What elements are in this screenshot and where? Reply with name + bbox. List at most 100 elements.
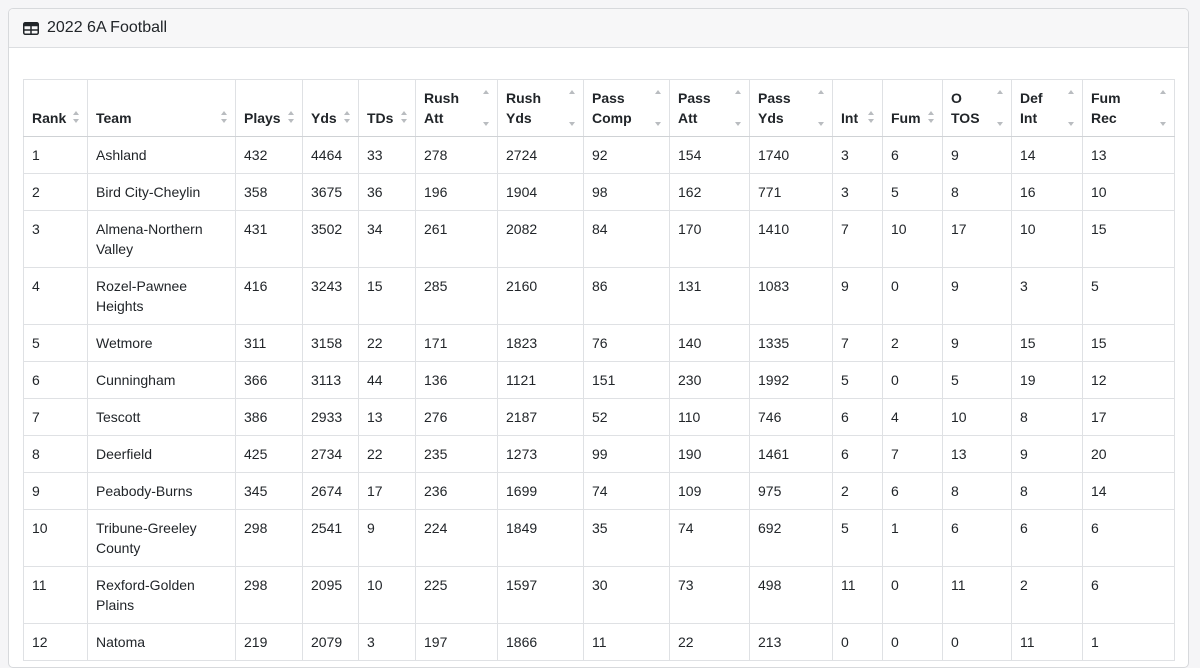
stat-cell: 44 (358, 361, 416, 399)
stat-cell: 771 (749, 173, 833, 211)
sort-desc-icon (401, 119, 407, 123)
stat-cell: 15 (1082, 210, 1175, 268)
stat-cell: 1 (1082, 623, 1175, 661)
stat-cell: 52 (583, 398, 670, 436)
stat-cell: 8 (942, 472, 1012, 510)
sort-arrows-icon[interactable] (288, 110, 296, 124)
stat-cell: 213 (749, 623, 833, 661)
table-row: 3 Almena-Northern Valley 431 3502 34 261 2082 8… (23, 210, 1175, 268)
stat-cell: 1335 (749, 324, 833, 362)
sort-arrows-icon[interactable] (569, 90, 577, 126)
column-header-pass-comp[interactable]: Pass Comp (583, 79, 670, 137)
rank-cell: 2 (23, 173, 88, 211)
stat-cell: 1992 (749, 361, 833, 399)
stat-cell: 74 (583, 472, 670, 510)
stat-cell: 6 (1082, 509, 1175, 567)
column-header-line2: Comp (592, 110, 632, 126)
rank-cell: 6 (23, 361, 88, 399)
sort-asc-icon (818, 90, 824, 94)
sort-desc-icon (483, 122, 489, 126)
column-header-pass-att[interactable]: Pass Att (669, 79, 750, 137)
column-header-line2: Yds (506, 110, 532, 126)
sort-desc-icon (1068, 122, 1074, 126)
stat-cell: 2079 (302, 623, 359, 661)
column-header-line2: Plays (244, 110, 281, 126)
column-header-fum[interactable]: Fum (882, 79, 943, 137)
sort-asc-icon (997, 90, 1003, 94)
sort-desc-icon (221, 119, 227, 123)
rank-cell: 1 (23, 136, 88, 174)
stat-cell: 11 (583, 623, 670, 661)
table-row: 5 Wetmore 311 3158 22 171 1823 76 140 1335 7 2 9 15 15 (23, 324, 1175, 362)
sort-arrows-icon[interactable] (344, 110, 352, 124)
table-row: 2 Bird City-Cheylin 358 3675 36 196 1904 98 162 7… (23, 173, 1175, 211)
column-header-int[interactable]: Int (832, 79, 883, 137)
stat-cell: 6 (1011, 509, 1083, 567)
stat-cell: 151 (583, 361, 670, 399)
sort-arrows-icon[interactable] (655, 90, 663, 126)
stat-cell: 11 (832, 566, 883, 624)
column-header-pass-yds[interactable]: Pass Yds (749, 79, 833, 137)
stat-cell: 285 (415, 267, 498, 325)
stat-cell: 76 (583, 324, 670, 362)
stat-cell: 0 (882, 361, 943, 399)
team-cell: Ashland (87, 136, 236, 174)
sort-asc-icon (655, 90, 661, 94)
stat-cell: 1597 (497, 566, 584, 624)
stat-cell: 10 (358, 566, 416, 624)
sort-arrows-icon[interactable] (483, 90, 491, 126)
stat-cell: 2 (882, 324, 943, 362)
sort-arrows-icon[interactable] (401, 110, 409, 124)
sort-arrows-icon[interactable] (818, 90, 826, 126)
sort-arrows-icon[interactable] (73, 110, 81, 124)
column-header-plays[interactable]: Plays (235, 79, 303, 137)
column-header-line2: TOS (951, 110, 980, 126)
stat-cell: 1273 (497, 435, 584, 473)
stats-card: 2022 6A Football Rank Team Plays Yds TDs Rush… (8, 8, 1189, 668)
column-header-line2: TDs (367, 110, 394, 126)
sort-arrows-icon[interactable] (868, 110, 876, 124)
stat-cell: 16 (1011, 173, 1083, 211)
sort-arrows-icon[interactable] (735, 90, 743, 126)
column-header-fum-rec[interactable]: Fum Rec (1082, 79, 1175, 137)
stat-cell: 13 (358, 398, 416, 436)
column-header-line1: Pass (758, 90, 791, 106)
column-header-line1: O (951, 90, 962, 106)
stat-cell: 498 (749, 566, 833, 624)
sort-arrows-icon[interactable] (1160, 90, 1168, 126)
stat-cell: 276 (415, 398, 498, 436)
stat-cell: 84 (583, 210, 670, 268)
sort-desc-icon (569, 122, 575, 126)
stat-cell: 30 (583, 566, 670, 624)
column-header-rush-yds[interactable]: Rush Yds (497, 79, 584, 137)
stat-cell: 2160 (497, 267, 584, 325)
column-header-tds[interactable]: TDs (358, 79, 416, 137)
team-cell: Peabody-Burns (87, 472, 236, 510)
stat-cell: 140 (669, 324, 750, 362)
stat-cell: 10 (1011, 210, 1083, 268)
team-cell: Natoma (87, 623, 236, 661)
column-header-rush-att[interactable]: Rush Att (415, 79, 498, 137)
sort-asc-icon (73, 111, 79, 115)
stat-cell: 224 (415, 509, 498, 567)
stat-cell: 1 (882, 509, 943, 567)
column-header-o-tos[interactable]: O TOS (942, 79, 1012, 137)
sort-arrows-icon[interactable] (1068, 90, 1076, 126)
stat-cell: 3 (832, 173, 883, 211)
column-header-yds[interactable]: Yds (302, 79, 359, 137)
stat-cell: 1121 (497, 361, 584, 399)
column-header-line2: Yds (311, 110, 337, 126)
column-header-rank[interactable]: Rank (23, 79, 88, 137)
column-header-def-int[interactable]: Def Int (1011, 79, 1083, 137)
stat-cell: 110 (669, 398, 750, 436)
rank-cell: 9 (23, 472, 88, 510)
stat-cell: 2 (1011, 566, 1083, 624)
sort-arrows-icon[interactable] (928, 110, 936, 124)
sort-arrows-icon[interactable] (221, 110, 229, 124)
stat-cell: 0 (882, 267, 943, 325)
table-row: 10 Tribune-Greeley County 298 2541 9 224 1849 3… (23, 509, 1175, 567)
sort-arrows-icon[interactable] (997, 90, 1005, 126)
team-cell: Wetmore (87, 324, 236, 362)
column-header-team[interactable]: Team (87, 79, 236, 137)
table-icon (23, 21, 39, 35)
